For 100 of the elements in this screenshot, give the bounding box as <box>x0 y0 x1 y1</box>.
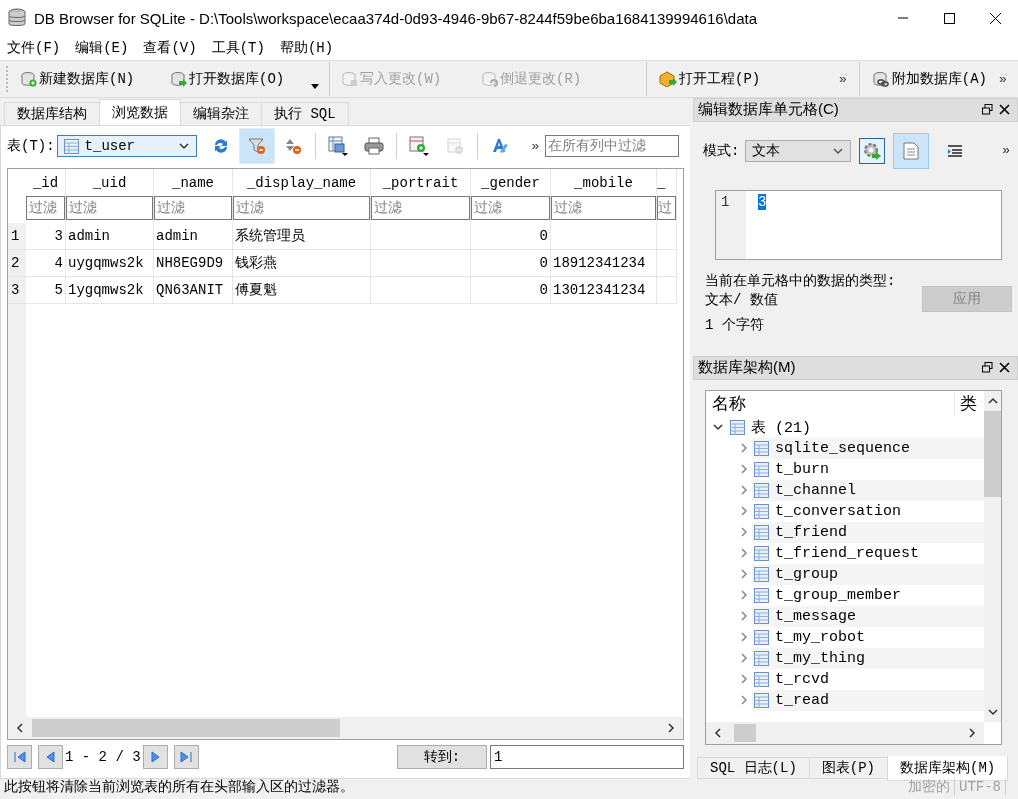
last-page-button[interactable] <box>173 745 199 769</box>
expand-icon[interactable] <box>738 484 750 497</box>
filter-field[interactable]: 过滤 <box>233 196 370 220</box>
toolbar-button[interactable]: 打开数据库(O) <box>165 64 315 94</box>
tree-item[interactable]: sqlite_sequence <box>775 439 911 457</box>
expand-icon[interactable] <box>738 547 750 560</box>
tab[interactable]: 浏览数据 <box>99 99 181 125</box>
column-header[interactable]: _ <box>657 169 677 196</box>
expand-icon[interactable] <box>738 652 750 665</box>
more-icon[interactable]: » <box>531 138 540 154</box>
tree-item[interactable]: t_burn <box>775 460 829 478</box>
close-button[interactable] <box>996 362 1013 374</box>
gear-arrow-button[interactable] <box>859 137 886 164</box>
table-dropdown[interactable]: t_user <box>56 135 197 157</box>
tree-row[interactable]: t_group_member <box>752 584 984 606</box>
tree-row[interactable]: t_friend <box>752 521 984 543</box>
tree-row[interactable]: t_friend_request <box>752 542 984 564</box>
tree-row[interactable]: t_read <box>752 689 984 711</box>
filter-field[interactable]: 过滤 <box>371 196 470 220</box>
horizontal-scrollbar[interactable] <box>706 722 984 744</box>
toolbar-button[interactable]: 附加数据库(A) <box>865 64 994 94</box>
size-label: 1 个字符 <box>705 315 765 334</box>
tree-row[interactable]: t_burn <box>752 458 984 480</box>
funnel-button[interactable] <box>238 128 275 164</box>
more-icon[interactable]: » <box>993 71 1013 87</box>
expand-icon[interactable] <box>738 463 750 476</box>
expand-icon[interactable] <box>738 589 750 602</box>
scroll-right-icon[interactable] <box>665 722 677 734</box>
tree-row[interactable]: t_conversation <box>752 500 984 522</box>
tree-row[interactable]: sqlite_sequence <box>752 437 984 459</box>
tree-row[interactable]: t_rcvd <box>752 668 984 690</box>
tree-item[interactable]: t_read <box>775 691 829 709</box>
first-page-button[interactable] <box>7 745 32 769</box>
row-number: 2 <box>8 250 26 277</box>
scroll-right-icon[interactable] <box>966 727 978 739</box>
column-header[interactable]: 名称 <box>706 392 954 416</box>
expand-icon[interactable] <box>738 673 750 686</box>
expand-icon[interactable] <box>738 610 750 623</box>
filter-field[interactable]: 过滤 <box>154 196 232 220</box>
tree-row[interactable]: t_my_robot <box>752 626 984 648</box>
goto-button[interactable]: 转到: <box>397 745 487 769</box>
filter-field[interactable]: 过滤 <box>66 196 153 220</box>
tree-row[interactable]: t_channel <box>752 479 984 501</box>
mode-dropdown[interactable]: 文本 <box>745 139 852 162</box>
menu-item[interactable]: 查看(V) <box>143 39 212 57</box>
close-button[interactable] <box>996 104 1013 116</box>
more-icon[interactable]: » <box>833 71 853 87</box>
expand-icon[interactable] <box>738 694 750 707</box>
document-button[interactable] <box>893 132 930 169</box>
tree-item[interactable]: 表 (21) <box>751 417 811 437</box>
more-icon[interactable]: » <box>1002 143 1010 159</box>
tree-row[interactable]: t_my_thing <box>752 647 984 669</box>
float-button[interactable] <box>979 362 996 374</box>
goto-field[interactable]: 1 <box>490 745 684 769</box>
vertical-scrollbar[interactable] <box>984 390 1001 722</box>
tree-row[interactable]: t_message <box>752 605 984 627</box>
tree-item[interactable]: t_group_member <box>775 586 902 604</box>
horizontal-scrollbar[interactable] <box>8 717 683 739</box>
menu-item[interactable]: 帮助(H) <box>279 39 349 57</box>
tab[interactable]: SQL 日志(L) <box>697 757 810 779</box>
menu-item[interactable]: 文件(F) <box>7 39 76 57</box>
tree-row[interactable]: t_group <box>752 563 984 585</box>
toolbar-button[interactable]: 新建数据库(N) <box>15 64 165 94</box>
filter-field[interactable]: 过滤 <box>26 196 65 220</box>
expand-icon[interactable] <box>738 568 750 581</box>
tree-item[interactable]: t_rcvd <box>775 670 829 688</box>
tree-item[interactable]: t_conversation <box>775 502 902 520</box>
expand-icon[interactable] <box>738 442 750 455</box>
menu-item[interactable]: 工具(T) <box>211 39 280 57</box>
tree-item[interactable]: t_friend <box>775 523 847 541</box>
toolbar-button[interactable]: 打开工程(P) <box>653 64 833 94</box>
scroll-left-icon[interactable] <box>712 727 724 739</box>
tab[interactable]: 执行 SQL <box>261 102 349 125</box>
filter-field[interactable]: 过滤 <box>471 196 550 220</box>
close-icon <box>999 362 1010 374</box>
schema-tree[interactable]: 名称 类 表 (21) sqlite_sequence t_burn t_channel t_conversation t_friend t_friend_request t_group t_group_member t_message t_my_robot t_my_thing t_rcvd t_read <box>705 389 1002 745</box>
expand-icon[interactable] <box>738 526 750 539</box>
scrollbar-thumb[interactable] <box>734 724 756 742</box>
tree-item[interactable]: t_channel <box>775 481 856 499</box>
float-button[interactable] <box>979 104 996 116</box>
expand-icon[interactable] <box>738 505 750 518</box>
menu-item[interactable]: 编辑(E) <box>75 39 144 57</box>
filter-field[interactable]: 过滤 <box>551 196 656 220</box>
scroll-down-icon[interactable] <box>986 706 999 718</box>
filter-field[interactable]: 在所有列中过滤 <box>545 135 680 157</box>
tab[interactable]: 数据库架构(M) <box>887 756 1009 781</box>
tree-item[interactable]: t_message <box>775 607 856 625</box>
scroll-left-icon[interactable] <box>14 722 26 734</box>
tree-item[interactable]: t_friend_request <box>775 544 920 562</box>
tree-item[interactable]: t_group <box>775 565 838 583</box>
tab[interactable]: 图表(P) <box>808 757 889 779</box>
previous-page-button[interactable] <box>38 745 63 769</box>
filter-field[interactable]: 过 <box>657 196 676 220</box>
next-page-button[interactable] <box>142 745 168 769</box>
close-icon <box>999 104 1010 116</box>
tree-item[interactable]: t_my_robot <box>775 628 865 646</box>
tab[interactable]: 数据库结构 <box>4 102 100 125</box>
tree-item[interactable]: t_my_thing <box>775 649 865 667</box>
cell-editor[interactable]: 1 3 <box>715 189 1002 260</box>
expand-icon[interactable] <box>738 631 750 644</box>
